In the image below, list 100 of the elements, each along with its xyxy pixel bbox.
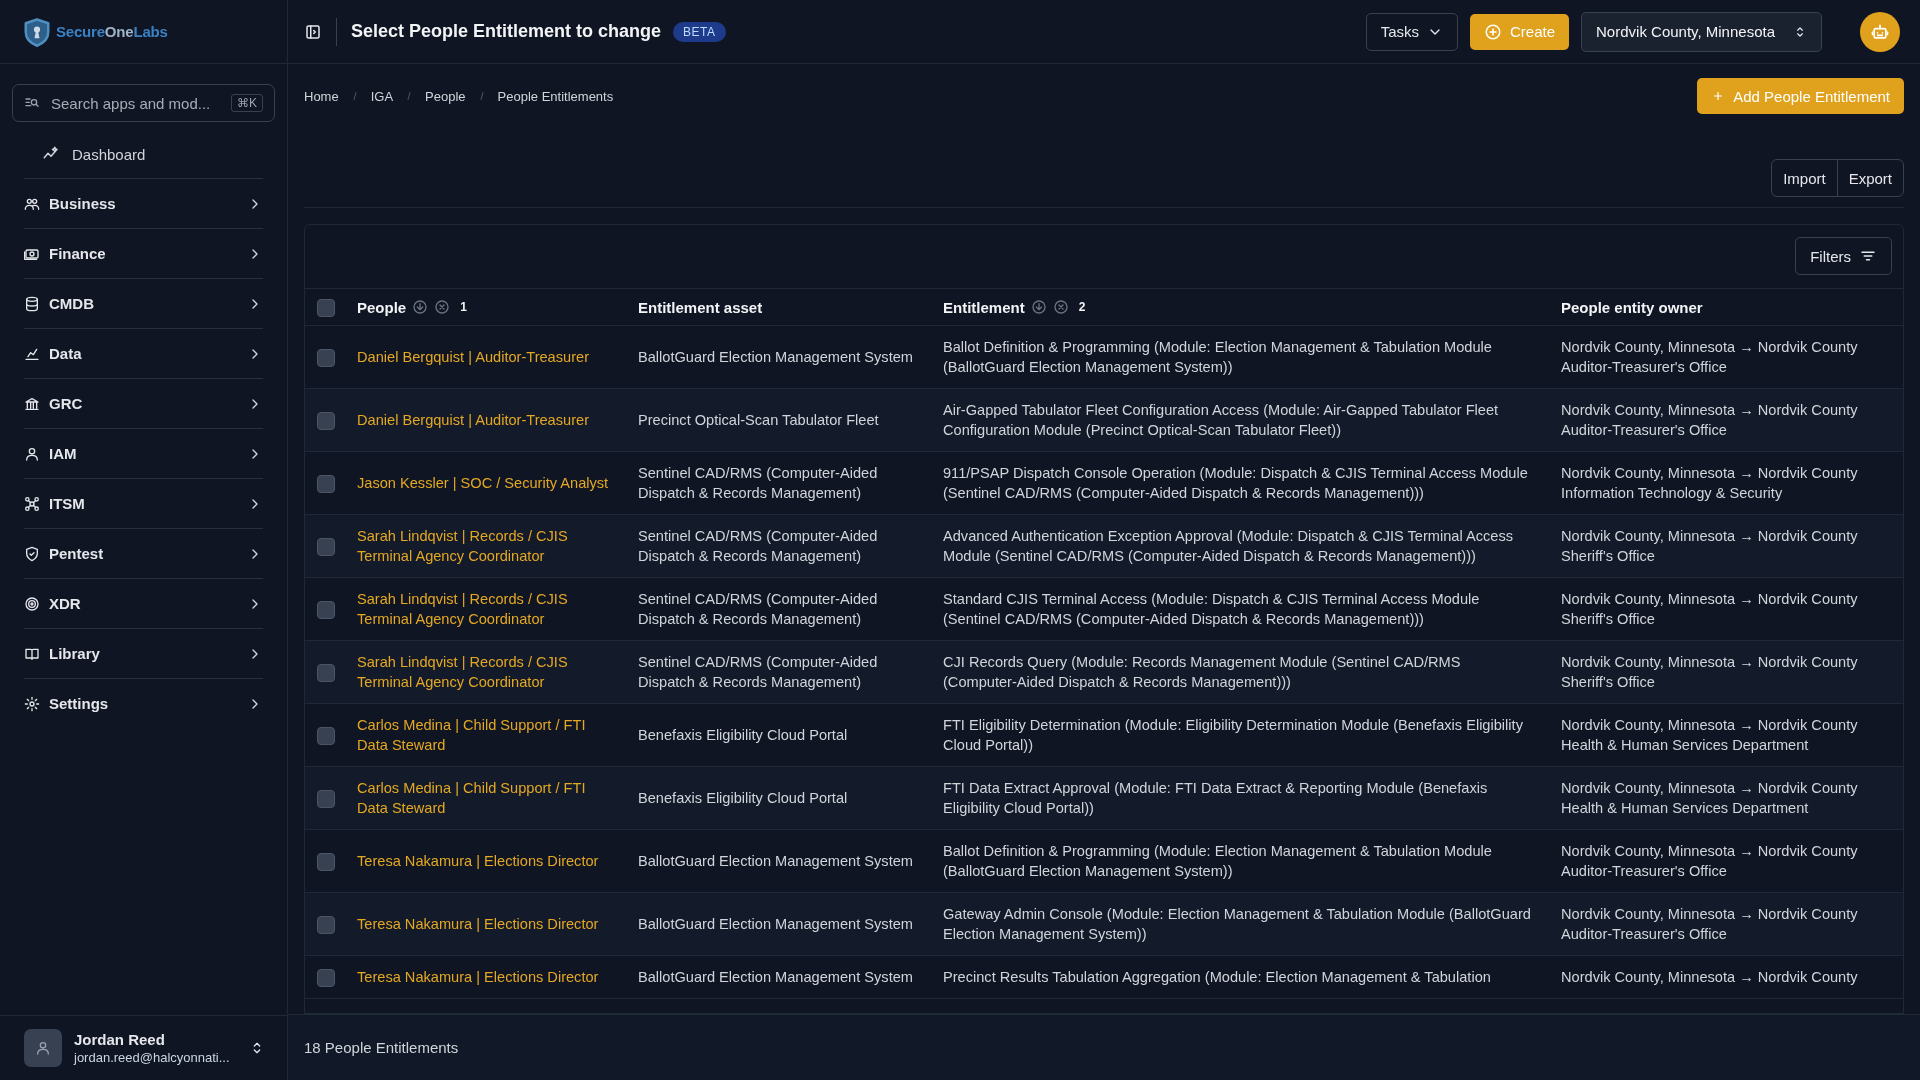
user-icon [35,1040,51,1056]
beta-badge: BETA [673,21,726,42]
table-cell: Gateway Admin Console (Module: Election Management & Tabulation Module (BallotGuard Election Management System)) [943,906,1531,942]
table-cell: Standard CJIS Terminal Access (Module: Dispatch & CJIS Terminal Access Module (Sentinel CAD/RMS (Computer-Aided Dispatch & Records Management))) [943,591,1480,627]
row-checkbox[interactable] [317,538,335,557]
person-link[interactable]: Daniel Bergquist | Auditor-Treasurer [357,347,614,367]
table-cell: FTI Data Extract Approval (Module: FTI Data Extract & Reporting Module (Benefaxis Eligibility Cloud Portal)) [943,780,1488,816]
filters-button[interactable]: Filters [1795,237,1892,275]
table-cell: BallotGuard Election Management System [638,853,913,869]
table-cell: Advanced Authentication Exception Approval (Module: Dispatch & CJIS Terminal Access Module (Sentinel CAD/RMS (Computer-Aided Dispatch & Records Management))) [943,528,1513,564]
row-checkbox[interactable] [317,969,335,988]
table-cell: Ballot Definition & Programming (Module: Election Management & Tabulation Module (BallotGuard Election Management System)) [943,339,1492,375]
user-menu[interactable]: Jordan Reed jordan.reed@halcyonnati... [0,1015,287,1080]
sort-descending-icon [1030,299,1047,315]
shield-logo-icon [22,16,52,47]
table-cell: Sentinel CAD/RMS (Computer-Aided Dispatch & Records Management) [638,528,878,564]
sort-rank: 1 [460,300,467,314]
user-icon [24,445,40,462]
row-checkbox[interactable] [317,349,335,368]
table-cell: Precinct Optical-Scan Tabulator Fleet [638,412,879,428]
nav-group[interactable]: Library [24,628,263,678]
record-count: 18 People Entitlements [304,1039,459,1056]
table-cell: Nordvik County, Minnesota → Nordvik County Information Technology & Security [1561,465,1858,501]
column-header: Entitlement asset [638,298,763,316]
nav-link[interactable]: Dashboard [12,130,275,178]
table-cell: BallotGuard Election Management System [638,349,913,365]
breadcrumb-link[interactable]: IGA [370,88,394,104]
nav-group[interactable]: IAM [24,428,263,478]
nav-group[interactable]: Business [24,178,263,228]
gear-icon [24,695,40,712]
table-cell: Sentinel CAD/RMS (Computer-Aided Dispatch & Records Management) [638,654,878,690]
plus-circle-icon [1484,22,1502,41]
table-cell: Nordvik County, Minnesota → Nordvik County Auditor-Treasurer's Office [1561,906,1858,942]
sort-descending-icon [412,299,429,315]
table-cell: BallotGuard Election Management System [638,969,913,986]
row-checkbox[interactable] [317,601,335,620]
person-link[interactable]: Carlos Medina | Child Support / FTI Data Steward [357,715,614,755]
person-link[interactable]: Teresa Nakamura | Elections Director [357,967,614,988]
nav-group[interactable]: Finance [24,228,263,278]
tasks-button[interactable]: Tasks [1365,12,1458,51]
row-checkbox[interactable] [317,664,335,683]
column-header: People [357,298,407,316]
person-link[interactable]: Sarah Lindqvist | Records / CJIS Terminal Agency Coordinator [357,589,614,629]
database-icon [24,295,40,312]
column-header: Entitlement [943,298,1025,316]
table-cell: Nordvik County, Minnesota → Nordvik County Auditor-Treasurer's Office [1561,339,1858,375]
target-icon [24,595,40,612]
column-header: People entity owner [1561,298,1703,316]
sort-rank: 2 [1078,300,1086,314]
assistant-button[interactable] [1860,11,1900,52]
nav-group[interactable]: Data [24,328,263,378]
organization-selector[interactable]: Nordvik County, Minnesota [1581,11,1822,52]
breadcrumb-link[interactable]: Home [304,88,339,104]
nav-group[interactable]: Settings [24,678,263,728]
table-cell: Nordvik County, Minnesota → Nordvik County Sheriff's Office [1561,591,1858,627]
row-checkbox[interactable] [317,790,335,809]
person-link[interactable]: Teresa Nakamura | Elections Director [357,851,614,871]
page-title: Select People Entitlement to change [351,21,662,42]
clear-sort-icon [434,299,451,315]
table-cell: Air-Gapped Tabulator Fleet Configuration Access (Module: Air-Gapped Tabulator Fleet Configuration Module (Precinct Optical-Scan Tabulator Fleet)) [943,402,1499,438]
table-cell: Sentinel CAD/RMS (Computer-Aided Dispatch & Records Management) [638,465,878,501]
export-button[interactable]: Export [1836,160,1903,196]
import-button[interactable]: Import [1772,160,1837,196]
table-cell: Ballot Definition & Programming (Module: Election Management & Tabulation Module (BallotGuard Election Management System)) [943,843,1492,879]
clear-sort-icon [1052,299,1069,315]
table-cell: Nordvik County, Minnesota → Nordvik County Sheriff's Office [1561,528,1858,564]
row-checkbox[interactable] [317,412,335,431]
bank-icon [24,395,40,412]
table-cell: Sentinel CAD/RMS (Computer-Aided Dispatch & Records Management) [638,591,878,627]
table-cell: CJI Records Query (Module: Records Management Module (Sentinel CAD/RMS (Computer-Aided Dispatch & Records Management))) [943,654,1461,690]
table-cell: Nordvik County, Minnesota → Nordvik County Auditor-Treasurer's Office [1561,843,1858,879]
table-cell: Nordvik County, Minnesota → Nordvik County Health & Human Services Department [1561,717,1858,753]
nav-group[interactable]: Pentest [24,528,263,578]
breadcrumb-link[interactable]: People [425,88,466,104]
row-checkbox[interactable] [317,853,335,872]
table-cell: 911/PSAP Dispatch Console Operation (Module: Dispatch & CJIS Terminal Access Module (Sentinel CAD/RMS (Computer-Aided Dispatch & Records Management))) [943,465,1528,501]
select-all-checkbox[interactable] [317,298,335,317]
nav-group[interactable]: XDR [24,578,263,628]
breadcrumb-link[interactable]: People Entitlements [497,88,614,104]
brand-logo-text: SecureOneLabs [56,23,168,40]
table-cell: BallotGuard Election Management System [638,916,913,932]
table-cell: Nordvik County, Minnesota → Nordvik County Sheriff's Office [1561,654,1858,690]
person-link[interactable]: Jason Kessler | SOC / Security Analyst [357,473,614,493]
shield-icon [24,545,40,562]
table-cell: Nordvik County, Minnesota → Nordvik County Health & Human Services Department [1561,780,1858,816]
shortcut-hint: ⌘K [231,94,263,112]
table-cell: Benefaxis Eligibility Cloud Portal [638,727,848,743]
table-cell: Benefaxis Eligibility Cloud Portal [638,790,848,806]
row-checkbox[interactable] [317,475,335,494]
network-icon [24,495,40,512]
nav-group[interactable]: ITSM [24,478,263,528]
row-checkbox[interactable] [317,916,335,935]
row-checkbox[interactable] [317,727,335,746]
user-name: Jordan Reed [74,1031,166,1048]
table-cell: Precinct Results Tabulation Aggregation (Module: Election Management & Tabulation [943,969,1491,986]
nav-group[interactable]: CMDB [24,278,263,328]
table-cell: Nordvik County, Minnesota → Nordvik County Auditor-Treasurer's Office [1561,402,1858,438]
table-cell: Nordvik County, Minnesota → Nordvik County [1561,969,1858,986]
sidebar-toggle-icon [304,22,322,41]
nav-group[interactable]: GRC [24,378,263,428]
